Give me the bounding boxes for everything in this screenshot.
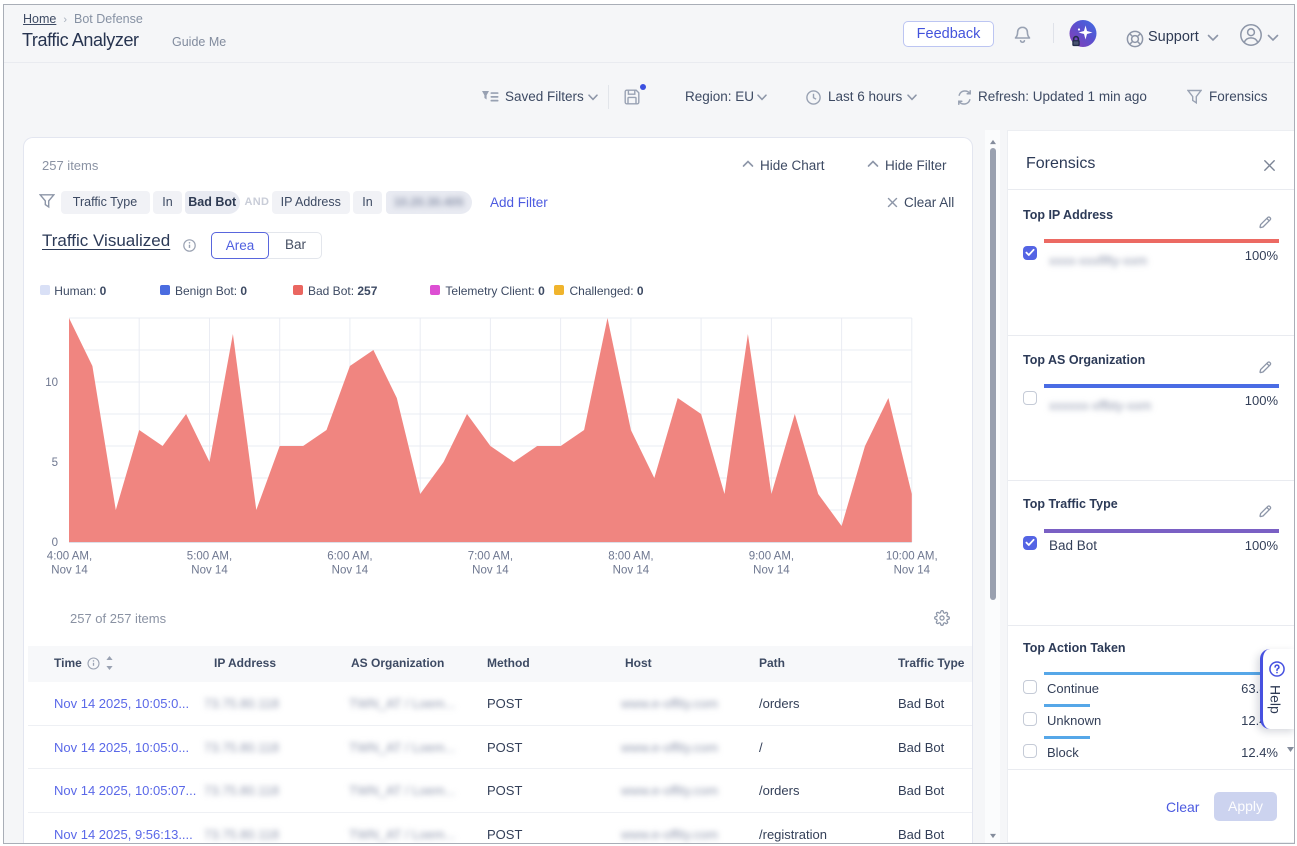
svg-text:Nov 14: Nov 14 [753, 565, 790, 577]
svg-text:10: 10 [45, 377, 58, 389]
svg-text:5:00 AM,: 5:00 AM, [187, 551, 232, 563]
svg-text:Nov 14: Nov 14 [51, 565, 88, 577]
svg-text:7:00 AM,: 7:00 AM, [468, 551, 513, 563]
svg-text:4:00 AM,: 4:00 AM, [47, 551, 92, 563]
svg-text:6:00 AM,: 6:00 AM, [327, 551, 372, 563]
svg-text:Nov 14: Nov 14 [894, 565, 931, 577]
svg-text:0: 0 [52, 537, 58, 549]
svg-text:Nov 14: Nov 14 [472, 565, 509, 577]
svg-text:10:00 AM,: 10:00 AM, [886, 551, 938, 563]
svg-text:Nov 14: Nov 14 [332, 565, 369, 577]
svg-text:8:00 AM,: 8:00 AM, [608, 551, 653, 563]
svg-text:9:00 AM,: 9:00 AM, [749, 551, 794, 563]
svg-text:5: 5 [52, 457, 58, 469]
svg-text:Nov 14: Nov 14 [613, 565, 650, 577]
svg-text:Nov 14: Nov 14 [191, 565, 228, 577]
